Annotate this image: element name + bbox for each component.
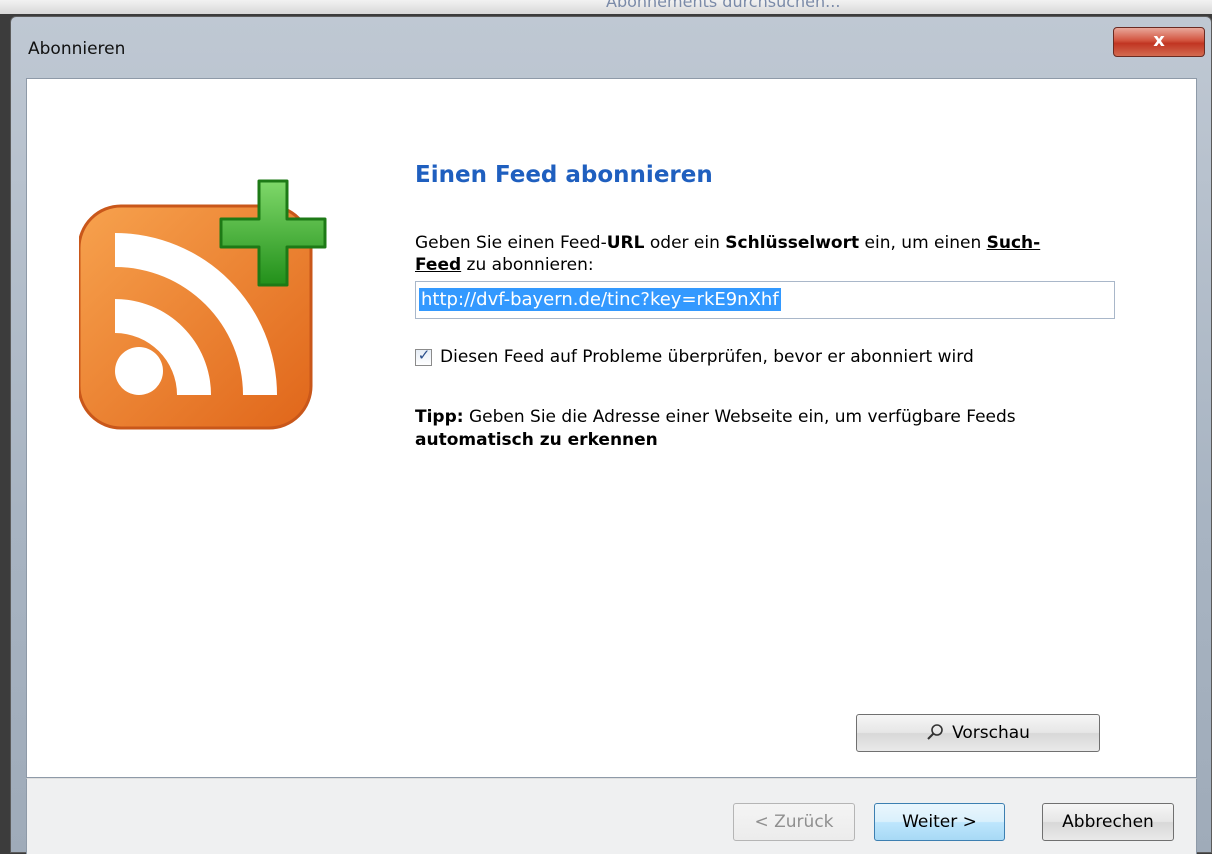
back-button[interactable]: < Zurück [733, 803, 855, 841]
next-button[interactable]: Weiter > [874, 803, 1005, 841]
checkmark-icon: ✓ [417, 346, 431, 364]
tip-text: Tipp: Geben Sie die Adresse einer Websei… [415, 407, 1016, 450]
check-feed-label[interactable]: Diesen Feed auf Probleme überprüfen, bev… [440, 347, 974, 367]
window-title: Abonnieren [28, 39, 126, 59]
preview-button-label: Vorschau [952, 723, 1030, 743]
title-bar[interactable]: Abonnieren x [11, 17, 1211, 79]
instruction-text: Geben Sie einen Feed-URL oder ein Schlüs… [415, 233, 1041, 275]
dialog-content: Einen Feed abonnieren Geben Sie einen Fe… [26, 78, 1197, 778]
magnifier-icon [926, 715, 944, 751]
background-window-strip: Abonnements durchsuchen... [0, 0, 1212, 14]
cancel-button[interactable]: Abbrechen [1042, 803, 1174, 841]
feed-url-value: http://dvf-bayern.de/tinc?key=rkE9nXhf [419, 288, 781, 311]
background-search-text: Abonnements durchsuchen... [606, 0, 841, 11]
feed-url-input[interactable]: http://dvf-bayern.de/tinc?key=rkE9nXhf [415, 281, 1115, 319]
close-icon: x [1153, 30, 1165, 51]
preview-button[interactable]: Vorschau [856, 714, 1100, 752]
page-title: Einen Feed abonnieren [415, 162, 713, 188]
close-button[interactable]: x [1113, 27, 1205, 57]
rss-feed-add-icon [79, 179, 327, 430]
subscribe-dialog: Abonnieren x Einen Feed abonnieren Geben… [10, 16, 1212, 854]
dialog-footer: < Zurück Weiter > Abbrechen [26, 778, 1197, 854]
check-feed-checkbox[interactable]: ✓ [415, 346, 432, 366]
